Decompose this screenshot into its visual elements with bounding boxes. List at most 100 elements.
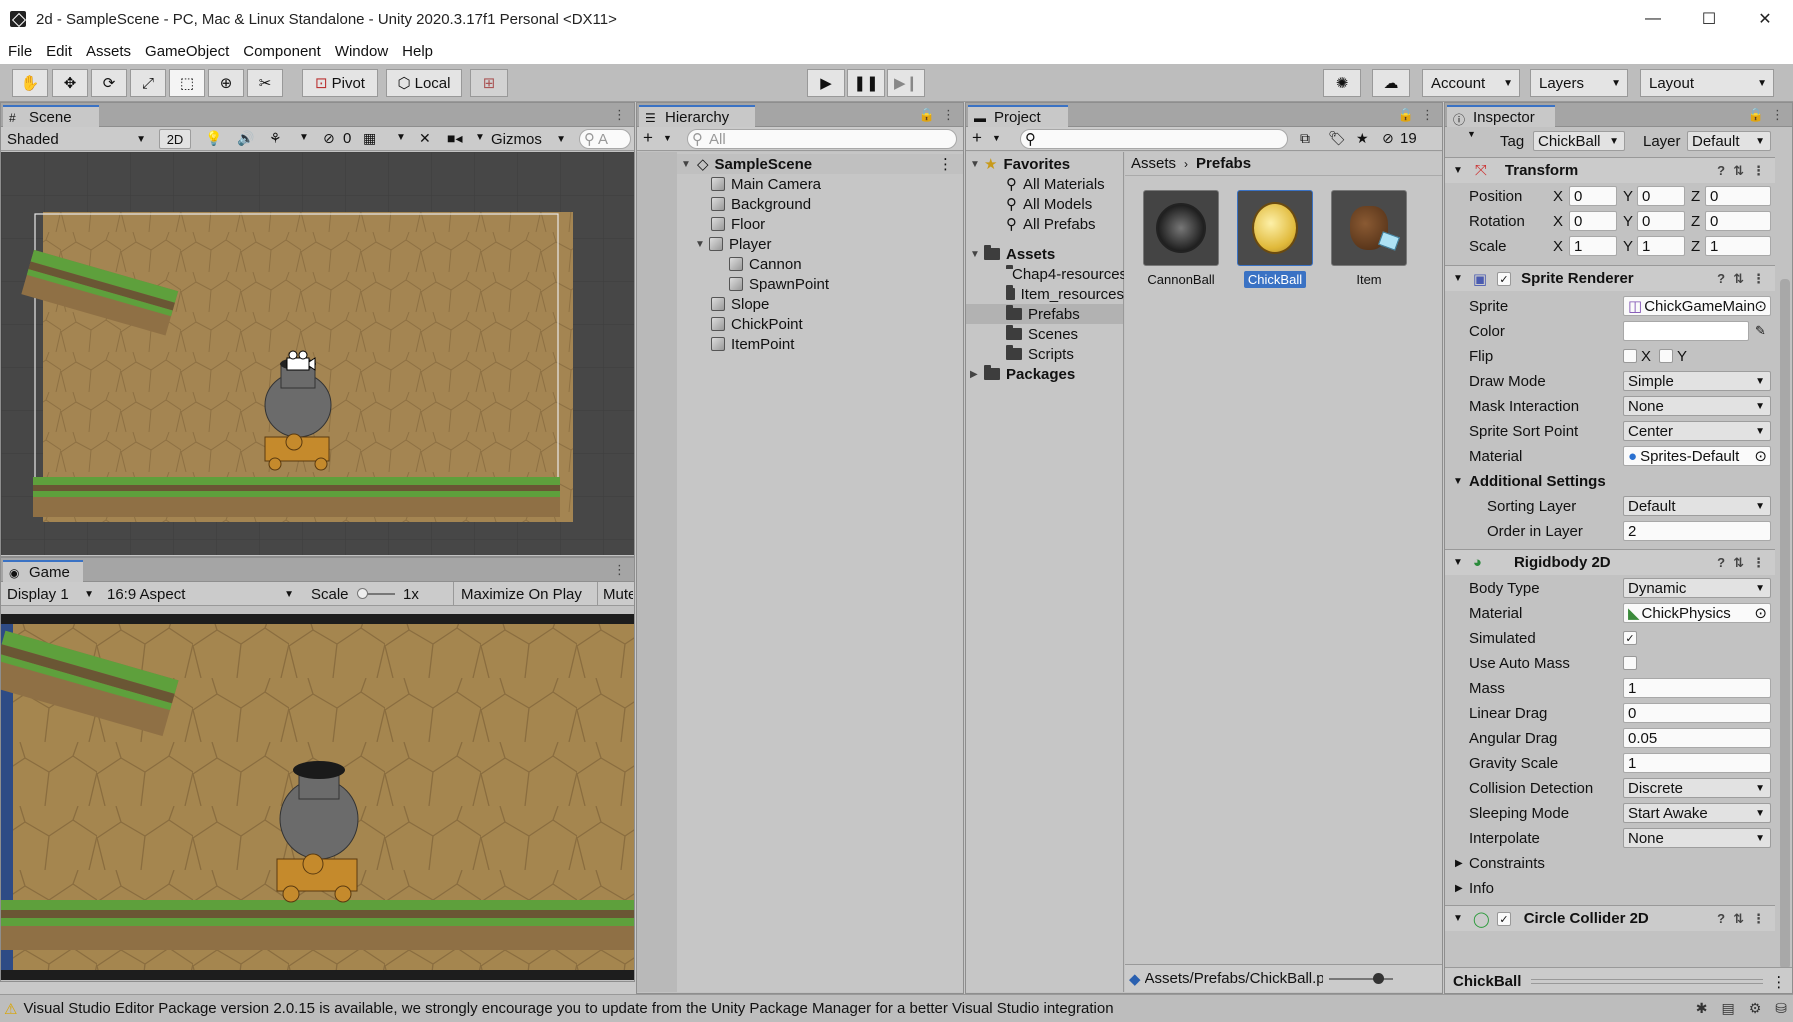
help-icon[interactable]: ? xyxy=(1717,271,1725,287)
rigidbody2d-header[interactable]: ▼ ◕ Rigidbody 2D ? ⇅ ⋮ xyxy=(1445,549,1775,575)
rotation-z-field[interactable]: 0 xyxy=(1705,211,1771,231)
more-icon[interactable]: ⋮ xyxy=(1771,107,1784,123)
tag-dropdown[interactable]: ChickBall ▼ xyxy=(1533,131,1625,151)
expand-triangle-icon[interactable]: ▼ xyxy=(1453,476,1463,487)
preview-drag-handle[interactable] xyxy=(1531,979,1764,984)
simulated-checkbox[interactable]: ✓ xyxy=(1623,631,1637,645)
grid-snap-icon[interactable]: ⊞ xyxy=(470,69,508,97)
interpolate-dropdown[interactable]: None ▼ xyxy=(1623,828,1771,848)
tab-inspector[interactable]: ⓘ Inspector xyxy=(1447,105,1555,127)
layer-dropdown[interactable]: Default ▼ xyxy=(1687,131,1771,151)
breadcrumb-prefabs[interactable]: Prefabs xyxy=(1196,155,1251,172)
step-button[interactable]: ▶❙ xyxy=(887,69,925,97)
eyedropper-icon[interactable]: ✎ xyxy=(1755,323,1766,339)
2d-toggle[interactable]: 2D xyxy=(159,129,191,149)
chevron-down-icon[interactable]: ▼ xyxy=(992,133,1001,143)
more-icon[interactable]: ⋮ xyxy=(942,107,955,123)
lock-icon[interactable]: 🔒 xyxy=(919,107,935,123)
mass-field[interactable]: 1 xyxy=(1623,678,1771,698)
layout-dropdown[interactable]: Layout ▼ xyxy=(1640,69,1774,97)
sprite-material-field[interactable]: ● Sprites-Default ⊙ xyxy=(1623,446,1771,466)
collapsed-triangle-icon[interactable]: ▶ xyxy=(1455,883,1463,894)
scene-root-row[interactable]: ▼ ◇ SampleScene ⋮ xyxy=(677,154,963,174)
account-dropdown[interactable]: Account ▼ xyxy=(1422,69,1520,97)
sprite-renderer-header[interactable]: ▼ ▣ ✓ Sprite Renderer ? ⇅ ⋮ xyxy=(1445,265,1775,291)
object-picker-icon[interactable]: ⊙ xyxy=(1754,297,1767,315)
mask-dropdown[interactable]: None ▼ xyxy=(1623,396,1771,416)
circle-collider-header[interactable]: ▼ ◯ ✓ Circle Collider 2D ? ⇅ ⋮ xyxy=(1445,905,1775,931)
minimize-button[interactable]: — xyxy=(1625,0,1681,38)
gizmos-dropdown[interactable]: Gizmos ▼ xyxy=(487,129,571,149)
audio-icon[interactable]: 🔊 xyxy=(237,130,254,147)
object-picker-icon[interactable]: ⊙ xyxy=(1754,604,1767,622)
breadcrumb-assets[interactable]: Assets xyxy=(1131,155,1176,172)
pause-button[interactable]: ❚❚ xyxy=(847,69,885,97)
expand-triangle-icon[interactable]: ▼ xyxy=(695,239,709,250)
position-y-field[interactable]: 0 xyxy=(1637,186,1685,206)
display-dropdown[interactable]: Display 1 ▼ xyxy=(3,584,99,604)
scale-z-field[interactable]: 1 xyxy=(1705,236,1771,256)
collab-icon[interactable]: ✺ xyxy=(1323,69,1361,97)
inspector-preview-bar[interactable]: ChickBall ⋮ xyxy=(1445,967,1792,993)
scale-y-field[interactable]: 1 xyxy=(1637,236,1685,256)
preset-icon[interactable]: ⇅ xyxy=(1733,271,1744,287)
chevron-down-icon[interactable]: ▼ xyxy=(396,132,406,143)
menu-help[interactable]: Help xyxy=(402,43,433,60)
expand-triangle-icon[interactable]: ▼ xyxy=(1453,273,1463,284)
more-icon[interactable]: ⋮ xyxy=(1771,973,1786,991)
color-swatch[interactable] xyxy=(1623,321,1749,341)
close-button[interactable]: ✕ xyxy=(1737,0,1793,38)
help-icon[interactable]: ? xyxy=(1717,555,1725,571)
pivot-toggle[interactable]: ⊡ Pivot xyxy=(302,69,378,97)
folder-item[interactable]: Item_resources xyxy=(1006,284,1124,304)
hierarchy-item[interactable]: ▼ Player xyxy=(695,234,772,254)
tab-game[interactable]: ◉ Game xyxy=(3,560,83,582)
local-toggle[interactable]: ⬡ Local xyxy=(386,69,462,97)
packages-row[interactable]: ▶ Packages xyxy=(970,364,1075,384)
favorite-item[interactable]: ⚲ All Models xyxy=(1006,194,1092,214)
chevron-down-icon[interactable]: ▼ xyxy=(1467,129,1476,139)
hierarchy-item[interactable]: SpawnPoint xyxy=(729,274,829,294)
progress-icon[interactable]: ▤ xyxy=(1721,1000,1734,1017)
object-picker-icon[interactable]: ⊙ xyxy=(1754,447,1767,465)
scene-search-input[interactable]: ⚲ A xyxy=(579,129,631,149)
bug-icon[interactable]: ✱ xyxy=(1696,1000,1708,1017)
folder-item[interactable]: Scripts xyxy=(1006,344,1074,364)
help-icon[interactable]: ? xyxy=(1717,163,1725,179)
help-icon[interactable]: ? xyxy=(1717,911,1725,927)
more-icon[interactable]: ⋮ xyxy=(1752,555,1765,571)
more-icon[interactable]: ⋮ xyxy=(1752,911,1765,927)
add-icon[interactable]: + xyxy=(972,128,982,148)
lock-icon[interactable]: 🔒 xyxy=(1748,107,1764,123)
menu-component[interactable]: Component xyxy=(243,43,321,60)
enabled-checkbox[interactable]: ✓ xyxy=(1497,272,1511,286)
prefab-tile-selected[interactable]: ChickBall xyxy=(1237,190,1313,300)
sprite-field[interactable]: ◫ ChickGameMain ⊙ xyxy=(1623,296,1771,316)
menu-gameobject[interactable]: GameObject xyxy=(145,43,229,60)
menu-file[interactable]: File xyxy=(8,43,32,60)
physics-material-field[interactable]: ◣ ChickPhysics ⊙ xyxy=(1623,603,1771,623)
info-row[interactable]: ▶ Info xyxy=(1445,877,1775,899)
custom-tool-icon[interactable]: ✂ xyxy=(247,69,283,97)
transform-header[interactable]: ▼ ⤧ Transform ? ⇅ ⋮ xyxy=(1445,157,1775,183)
expand-triangle-icon[interactable]: ▼ xyxy=(1453,913,1463,924)
cache-icon[interactable]: ⛁ xyxy=(1775,1000,1787,1017)
sorting-layer-dropdown[interactable]: Default ▼ xyxy=(1623,496,1771,516)
expand-triangle-icon[interactable]: ▼ xyxy=(970,249,984,260)
menu-assets[interactable]: Assets xyxy=(86,43,131,60)
auto-generate-icon[interactable]: ⚙ xyxy=(1749,1000,1762,1017)
camera-icon[interactable]: ■◂ xyxy=(447,130,462,147)
thumbnail-size-slider[interactable] xyxy=(1328,972,1393,984)
project-search-input[interactable]: ⚲ xyxy=(1020,129,1288,149)
more-icon[interactable]: ⋮ xyxy=(1752,271,1765,287)
prefab-tile[interactable]: CannonBall xyxy=(1143,190,1219,300)
flip-y-checkbox[interactable] xyxy=(1659,349,1673,363)
visibility-icon[interactable]: ⊘ xyxy=(323,130,335,147)
lighting-icon[interactable]: 💡 xyxy=(205,130,222,147)
hierarchy-search-input[interactable]: ⚲ All xyxy=(687,129,957,149)
flip-x-checkbox[interactable] xyxy=(1623,349,1637,363)
grid-toggle-icon[interactable]: ▦ xyxy=(363,130,376,147)
scale-slider-handle[interactable] xyxy=(357,588,368,599)
maximize-on-play-toggle[interactable]: Maximize On Play xyxy=(461,586,582,603)
folder-item-selected[interactable]: Prefabs xyxy=(966,304,1123,324)
